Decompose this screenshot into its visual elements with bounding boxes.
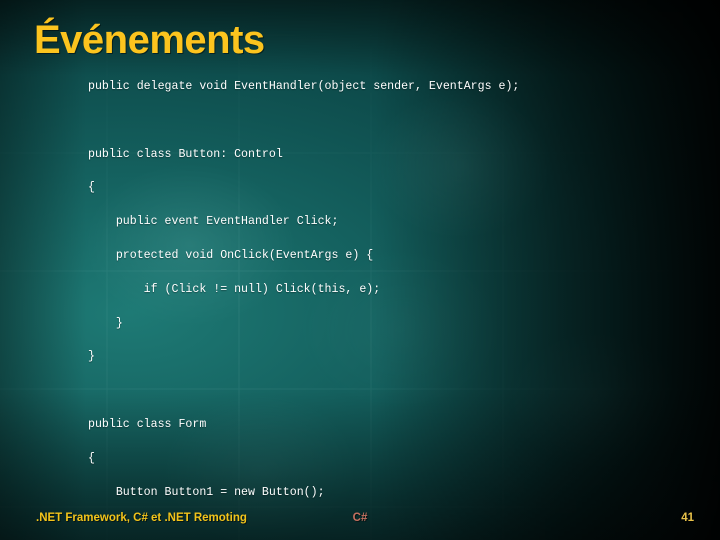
slide-footer: .NET Framework, C# et .NET Remoting C# 4… [0, 510, 720, 532]
code-line: { [88, 451, 95, 465]
slide-title: Événements [34, 18, 265, 62]
code-line: } [88, 316, 123, 330]
code-line: public class Form [88, 418, 207, 432]
code-line: protected void OnClick(EventArgs e) { [88, 249, 374, 263]
code-line: public delegate void EventHandler(object… [88, 80, 520, 93]
code-line: { [88, 181, 95, 195]
code-line: public class Button: Control [88, 147, 283, 161]
code-block: public delegate void EventHandler(object… [88, 79, 688, 540]
presentation-slide: Événements public delegate void EventHan… [0, 0, 720, 540]
code-line: if (Click != null) Click(this, e); [88, 282, 381, 296]
code-line: } [88, 350, 95, 364]
code-line: Button Button1 = new Button(); [88, 485, 325, 499]
footer-page-number: 41 [681, 512, 694, 524]
code-line: public event EventHandler Click; [88, 215, 339, 229]
footer-topic-label: C# [352, 512, 368, 524]
